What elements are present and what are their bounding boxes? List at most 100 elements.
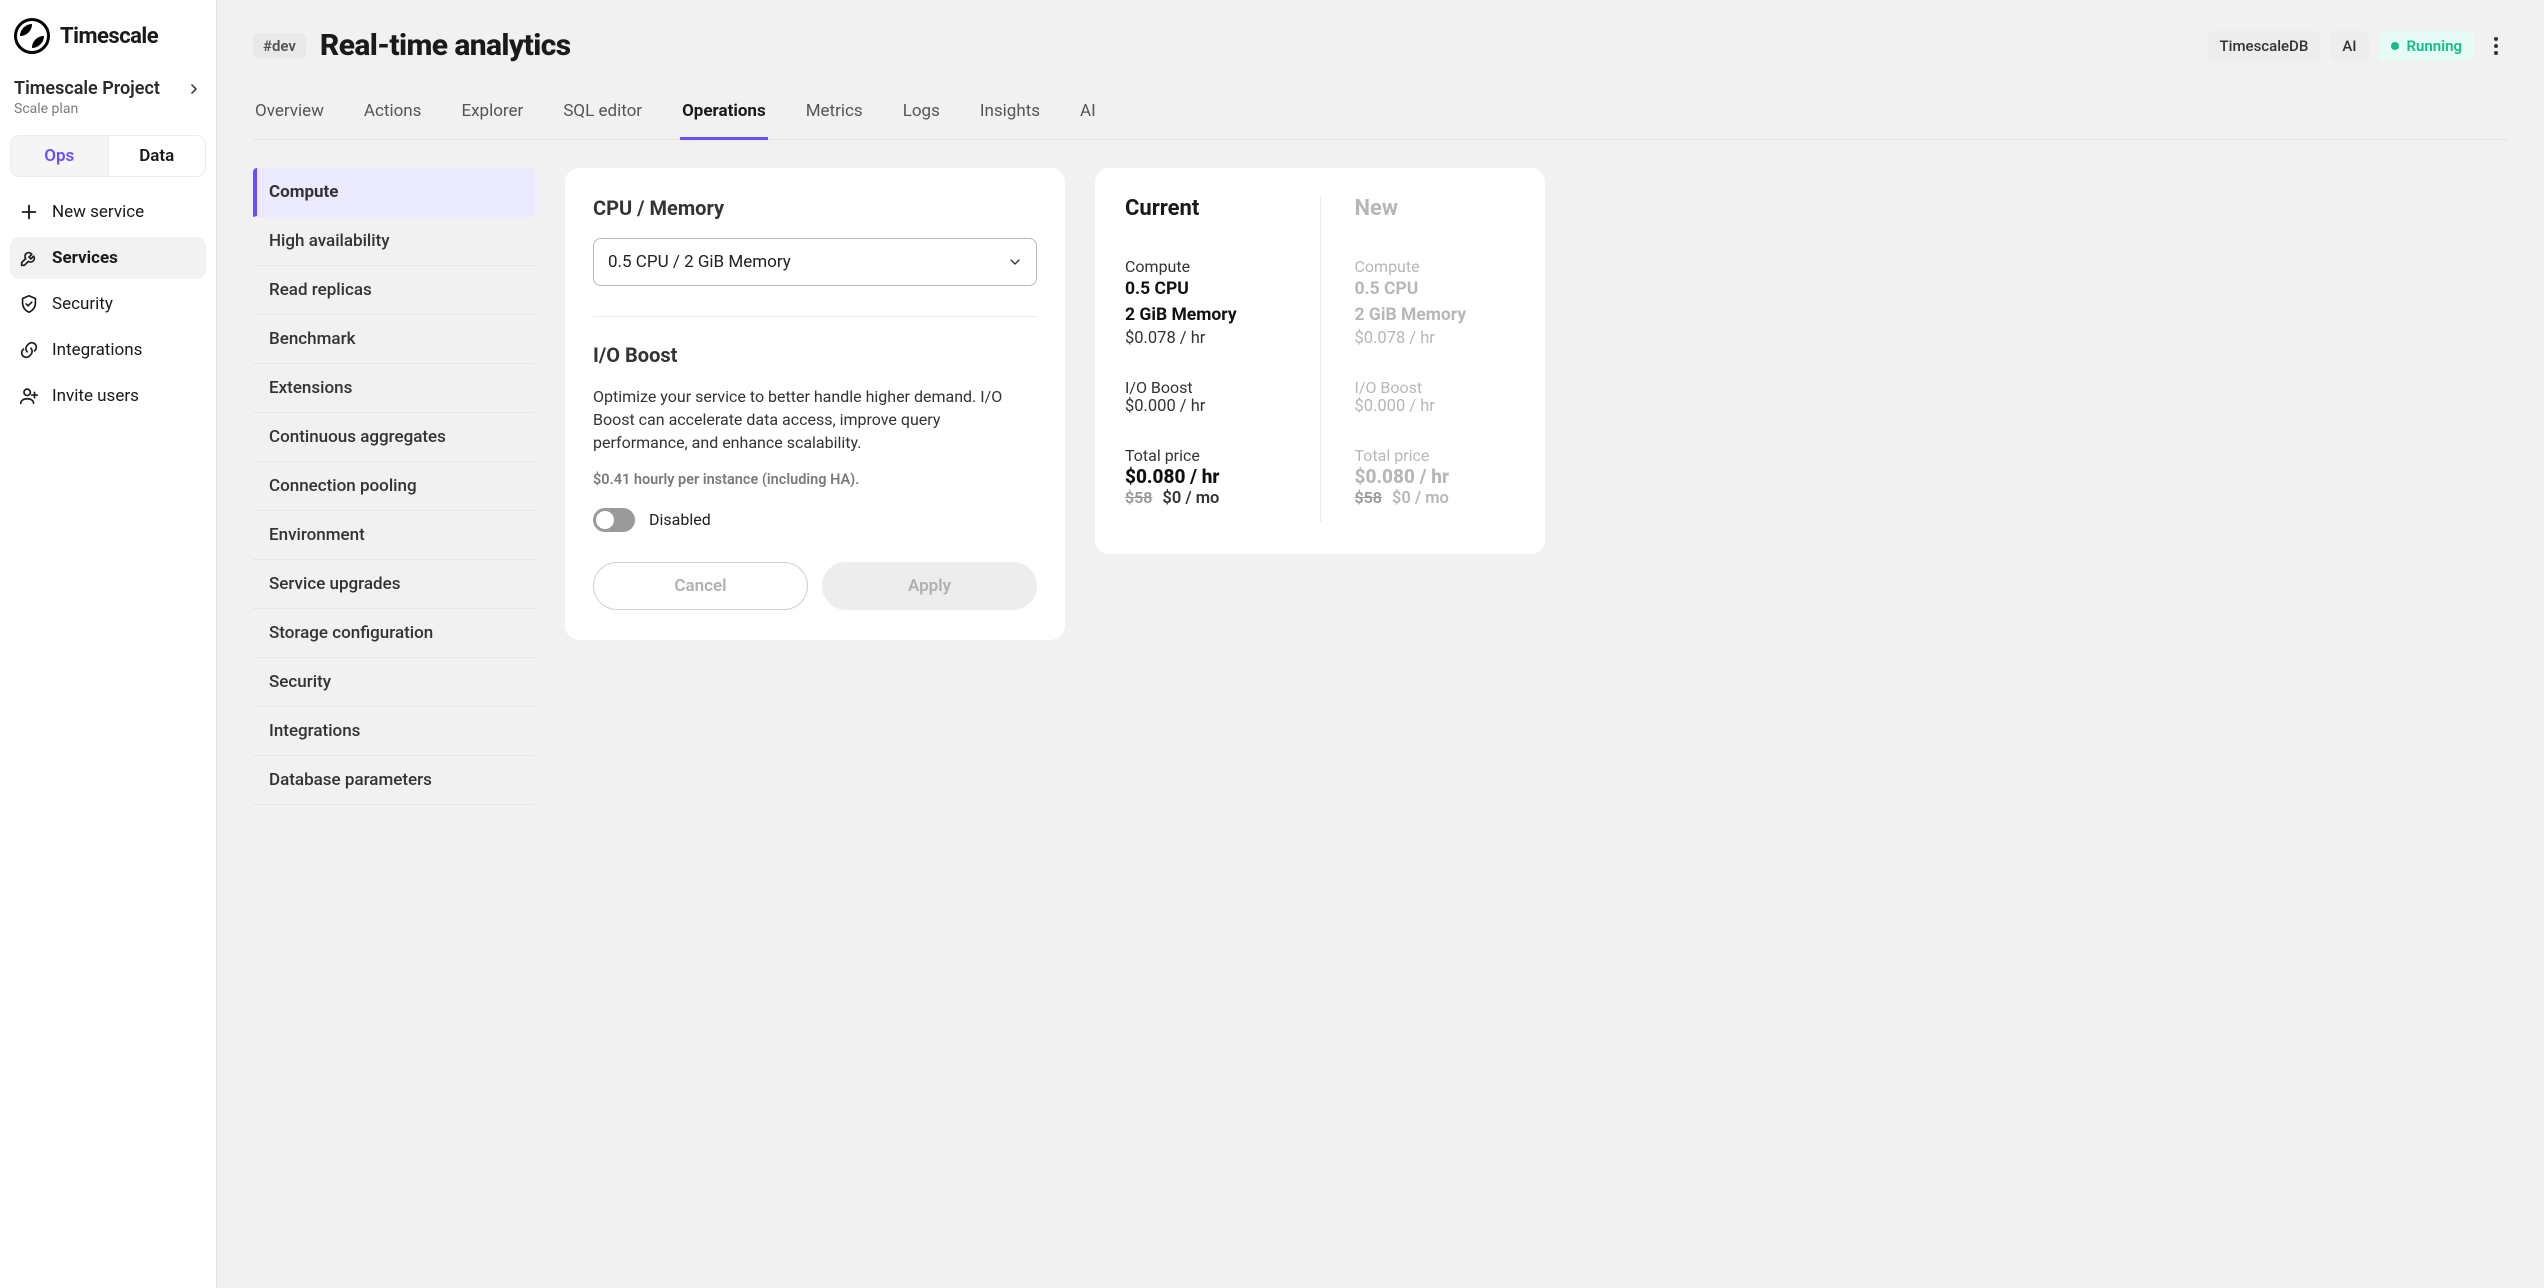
tab-actions[interactable]: Actions <box>362 87 424 140</box>
opsnav-connection-pooling[interactable]: Connection pooling <box>253 462 535 511</box>
tab-ai[interactable]: AI <box>1078 87 1098 140</box>
opsnav-storage-configuration[interactable]: Storage configuration <box>253 609 535 658</box>
sidebar-item-invite-users[interactable]: Invite users <box>10 375 206 417</box>
current-total-mo-strike: $58 <box>1125 488 1152 507</box>
opsnav-service-upgrades[interactable]: Service upgrades <box>253 560 535 609</box>
total-label: Total price <box>1125 446 1286 465</box>
sidebar-nav: New service Services Security Integratio… <box>10 191 206 417</box>
link-icon <box>18 339 40 361</box>
tab-metrics[interactable]: Metrics <box>804 87 865 140</box>
cpu-mem-select[interactable]: 0.5 CPU / 2 GiB Memory <box>593 238 1037 286</box>
status-dot-icon <box>2391 42 2399 50</box>
content-grid: Compute High availability Read replicas … <box>253 168 2508 805</box>
sidebar-item-label: Invite users <box>52 386 139 406</box>
opsnav-extensions[interactable]: Extensions <box>253 364 535 413</box>
sidebar-item-security[interactable]: Security <box>10 283 206 325</box>
sidebar: Timescale Timescale Project Scale plan O… <box>0 0 217 1288</box>
sidebar-item-services[interactable]: Services <box>10 237 206 279</box>
tab-sql-editor[interactable]: SQL editor <box>561 87 644 140</box>
compute-panel: CPU / Memory 0.5 CPU / 2 GiB Memory I/O … <box>565 168 1065 640</box>
status-chip[interactable]: Running <box>2379 31 2474 61</box>
pricing-current-head: Current <box>1125 196 1286 221</box>
ops-tab[interactable]: Ops <box>11 136 108 176</box>
current-io-price: $0.000 / hr <box>1125 397 1286 416</box>
cpu-mem-title: CPU / Memory <box>593 196 1037 220</box>
new-total-label: Total price <box>1355 446 1516 465</box>
ai-chip[interactable]: AI <box>2330 31 2368 61</box>
new-compute-label: Compute <box>1355 257 1516 276</box>
io-toggle-row: Disabled <box>593 508 1037 532</box>
compute-card: CPU / Memory 0.5 CPU / 2 GiB Memory I/O … <box>565 168 1065 640</box>
pricing-current-col: Current Compute 0.5 CPU 2 GiB Memory $0.… <box>1125 196 1320 522</box>
new-total-mo-strike: $58 <box>1355 488 1382 507</box>
sidebar-item-label: New service <box>52 202 144 222</box>
cpu-mem-select-wrap: 0.5 CPU / 2 GiB Memory <box>593 238 1037 286</box>
io-boost-title: I/O Boost <box>593 343 1037 367</box>
project-switcher[interactable]: Timescale Project <box>10 68 206 101</box>
new-mem: 2 GiB Memory <box>1355 302 1516 328</box>
db-chip[interactable]: TimescaleDB <box>2208 31 2321 61</box>
pricing-card: Current Compute 0.5 CPU 2 GiB Memory $0.… <box>1095 168 1545 554</box>
header-left: #dev Real-time analytics <box>253 28 571 63</box>
opsnav-environment[interactable]: Environment <box>253 511 535 560</box>
current-compute-price: $0.078 / hr <box>1125 329 1286 348</box>
cancel-button[interactable]: Cancel <box>593 562 808 610</box>
apply-button[interactable]: Apply <box>822 562 1037 610</box>
new-io-label: I/O Boost <box>1355 378 1516 397</box>
current-cpu: 0.5 CPU <box>1125 276 1286 302</box>
tab-overview[interactable]: Overview <box>253 87 326 140</box>
chevron-right-icon <box>186 81 202 97</box>
brand-glyph-icon <box>14 18 50 54</box>
main-content: #dev Real-time analytics TimescaleDB AI … <box>217 0 2544 1288</box>
header-right: TimescaleDB AI Running <box>2208 31 2509 61</box>
sidebar-item-label: Services <box>52 248 118 268</box>
status-text: Running <box>2407 37 2462 55</box>
opsnav-security[interactable]: Security <box>253 658 535 707</box>
io-label: I/O Boost <box>1125 378 1286 397</box>
brand-name: Timescale <box>60 24 158 49</box>
new-io-price: $0.000 / hr <box>1355 397 1516 416</box>
opsnav-high-availability[interactable]: High availability <box>253 217 535 266</box>
opsnav-benchmark[interactable]: Benchmark <box>253 315 535 364</box>
io-boost-toggle[interactable] <box>593 508 635 532</box>
tabs: Overview Actions Explorer SQL editor Ope… <box>253 87 2508 140</box>
wrench-icon <box>18 247 40 269</box>
opsnav-compute[interactable]: Compute <box>253 168 535 217</box>
opsnav-database-parameters[interactable]: Database parameters <box>253 756 535 805</box>
page-header: #dev Real-time analytics TimescaleDB AI … <box>253 28 2508 63</box>
project-plan: Scale plan <box>10 101 206 129</box>
pricing-new-head: New <box>1355 196 1516 221</box>
operations-subnav: Compute High availability Read replicas … <box>253 168 535 805</box>
io-boost-price-note: $0.41 hourly per instance (including HA)… <box>593 471 1037 488</box>
env-chip[interactable]: #dev <box>253 33 306 59</box>
plus-icon <box>18 201 40 223</box>
tab-logs[interactable]: Logs <box>901 87 942 140</box>
divider <box>593 316 1037 317</box>
tab-operations[interactable]: Operations <box>680 87 768 140</box>
ops-data-toggle: Ops Data <box>10 135 206 177</box>
brand-logo[interactable]: Timescale <box>10 14 206 68</box>
sidebar-item-label: Integrations <box>52 340 142 360</box>
compute-label: Compute <box>1125 257 1286 276</box>
sidebar-item-new-service[interactable]: New service <box>10 191 206 233</box>
opsnav-read-replicas[interactable]: Read replicas <box>253 266 535 315</box>
io-toggle-state: Disabled <box>649 510 711 529</box>
opsnav-integrations[interactable]: Integrations <box>253 707 535 756</box>
project-name: Timescale Project <box>14 78 160 99</box>
toggle-knob-icon <box>596 511 614 529</box>
action-row: Cancel Apply <box>593 562 1037 610</box>
current-total-hr: $0.080 / hr <box>1125 465 1286 488</box>
new-total-mo: $0 / mo <box>1392 489 1449 508</box>
tab-explorer[interactable]: Explorer <box>459 87 525 140</box>
shield-icon <box>18 293 40 315</box>
sidebar-item-label: Security <box>52 294 113 314</box>
sidebar-item-integrations[interactable]: Integrations <box>10 329 206 371</box>
user-plus-icon <box>18 385 40 407</box>
opsnav-continuous-aggregates[interactable]: Continuous aggregates <box>253 413 535 462</box>
page-title: Real-time analytics <box>320 28 571 63</box>
data-tab[interactable]: Data <box>108 136 206 176</box>
current-mem: 2 GiB Memory <box>1125 302 1286 328</box>
more-menu-button[interactable] <box>2484 34 2508 58</box>
tab-insights[interactable]: Insights <box>978 87 1042 140</box>
new-total-hr: $0.080 / hr <box>1355 465 1516 488</box>
